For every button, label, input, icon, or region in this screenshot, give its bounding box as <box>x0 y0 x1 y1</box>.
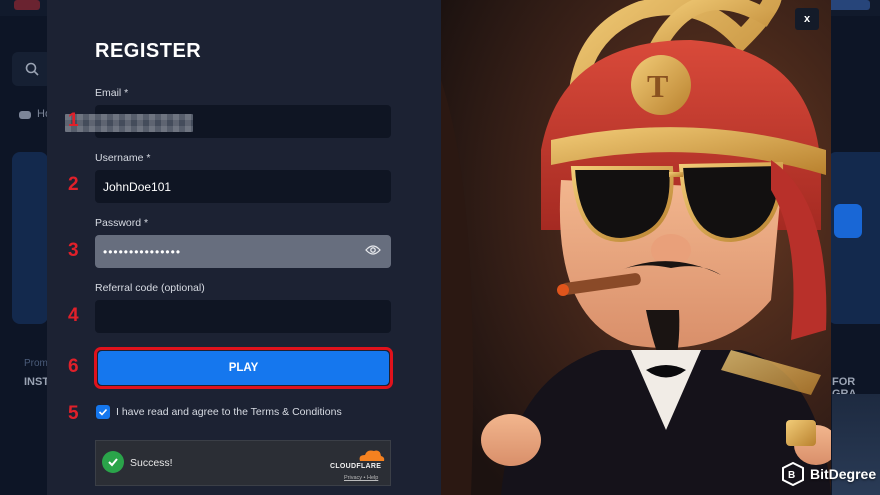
search-icon <box>25 62 39 76</box>
svg-text:B: B <box>788 470 795 481</box>
close-button[interactable]: x <box>795 8 819 30</box>
terms-checkbox[interactable] <box>96 405 110 419</box>
site-logo <box>14 0 40 10</box>
cloudflare-logo: CLOUDFLARE Privacy • Help <box>330 447 388 483</box>
register-modal: REGISTER Email * Username * Password * R… <box>47 0 831 495</box>
gamepad-icon <box>19 111 31 119</box>
cloudflare-brand: CLOUDFLARE <box>330 463 382 470</box>
password-label: Password * <box>95 217 149 229</box>
terms-label: I have read and agree to the Terms & Con… <box>116 406 342 418</box>
step-number-4: 4 <box>68 305 79 326</box>
captcha-links[interactable]: Privacy • Help <box>344 475 378 481</box>
background-banner-button <box>834 204 862 238</box>
step-number-2: 2 <box>68 174 79 195</box>
captcha-status: Success! <box>130 457 173 469</box>
checkmark-icon <box>98 408 108 416</box>
modal-title: REGISTER <box>95 40 202 62</box>
success-check-icon <box>102 451 124 473</box>
referral-code-field[interactable] <box>95 300 391 333</box>
email-redacted-value <box>65 114 193 132</box>
watermark-text: BitDegree <box>810 466 877 482</box>
email-label: Email * <box>95 87 129 99</box>
cloudflare-captcha[interactable]: Success! CLOUDFLARE Privacy • Help <box>95 440 391 486</box>
svg-text:T: T <box>647 68 668 104</box>
play-button[interactable]: PLAY <box>98 351 389 385</box>
cloud-icon <box>359 450 385 461</box>
username-label: Username * <box>95 152 151 164</box>
bitdegree-logo-icon: B <box>782 462 804 486</box>
step-number-1: 1 <box>68 110 79 131</box>
step-number-6: 6 <box>68 356 79 377</box>
username-field[interactable] <box>95 170 391 203</box>
step-number-3: 3 <box>68 240 79 261</box>
samurai-mascot-image: T <box>441 0 831 495</box>
step-number-5: 5 <box>68 403 79 424</box>
register-form-panel: REGISTER Email * Username * Password * R… <box>47 0 441 495</box>
mascot-artwork: T <box>441 0 831 495</box>
referral-label: Referral code (optional) <box>95 282 205 294</box>
password-field[interactable] <box>95 235 391 268</box>
background-banner-right <box>828 152 880 324</box>
background-search <box>12 52 52 86</box>
background-promo-tag: Prom <box>24 358 48 369</box>
background-banner-left <box>12 152 48 324</box>
bitdegree-watermark: B BitDegree <box>782 462 876 486</box>
show-password-icon[interactable] <box>365 244 381 256</box>
